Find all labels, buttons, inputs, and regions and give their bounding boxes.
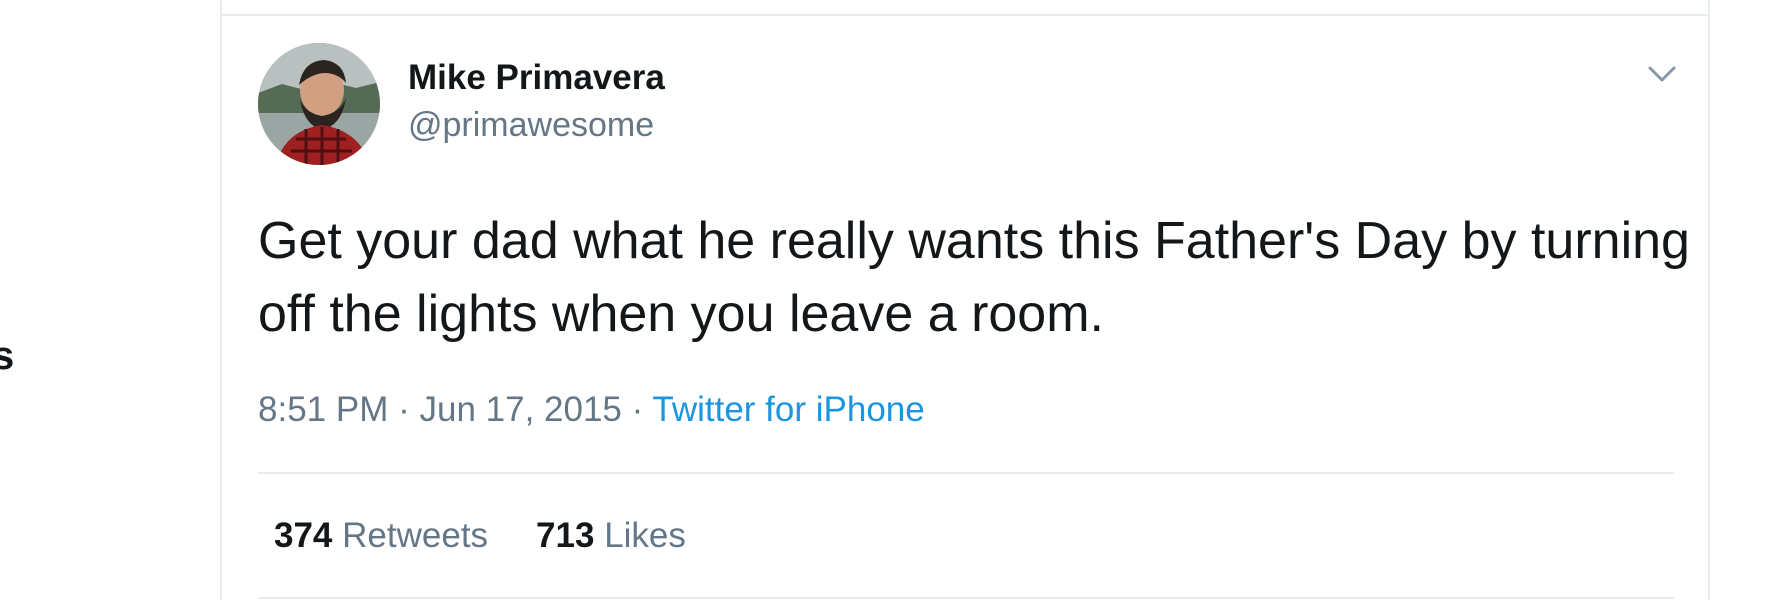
- tweet-date[interactable]: Jun 17, 2015: [419, 390, 621, 429]
- retweets-count: 374: [274, 516, 333, 555]
- author-handle[interactable]: @primawesome: [408, 106, 654, 145]
- author-avatar[interactable]: [258, 43, 380, 165]
- author-display-name[interactable]: Mike Primavera: [408, 58, 665, 98]
- tweet-time[interactable]: 8:51 PM: [258, 390, 388, 429]
- metadata-divider: [258, 472, 1674, 474]
- user-avatar-photo-icon: [258, 43, 380, 165]
- likes-label: Likes: [604, 516, 686, 555]
- meta-separator: ·: [631, 390, 644, 429]
- likes-count: 713: [536, 516, 595, 555]
- chevron-down-icon: [1648, 66, 1676, 82]
- stats-divider: [258, 597, 1674, 599]
- tweet-card: Mike Primavera @primawesome Get your dad…: [220, 0, 1710, 600]
- tweet-text: Get your dad what he really wants this F…: [258, 212, 1690, 343]
- likes-stat[interactable]: 713 Likes: [536, 516, 686, 556]
- top-divider: [222, 14, 1708, 16]
- retweets-label: Retweets: [342, 516, 489, 555]
- retweets-stat[interactable]: 374 Retweets: [274, 516, 488, 556]
- tweet-menu-button[interactable]: [1642, 58, 1682, 92]
- tweet-source-link[interactable]: Twitter for iPhone: [652, 390, 924, 429]
- tweet-stats: 374 Retweets 713 Likes: [274, 516, 686, 556]
- tweet-metadata: 8:51 PM · Jun 17, 2015 · Twitter for iPh…: [258, 390, 925, 430]
- meta-separator: ·: [398, 390, 410, 429]
- page: s Mike Primavera @primawesome Get your d…: [0, 0, 1774, 600]
- sidebar-partial-text: s: [0, 334, 15, 378]
